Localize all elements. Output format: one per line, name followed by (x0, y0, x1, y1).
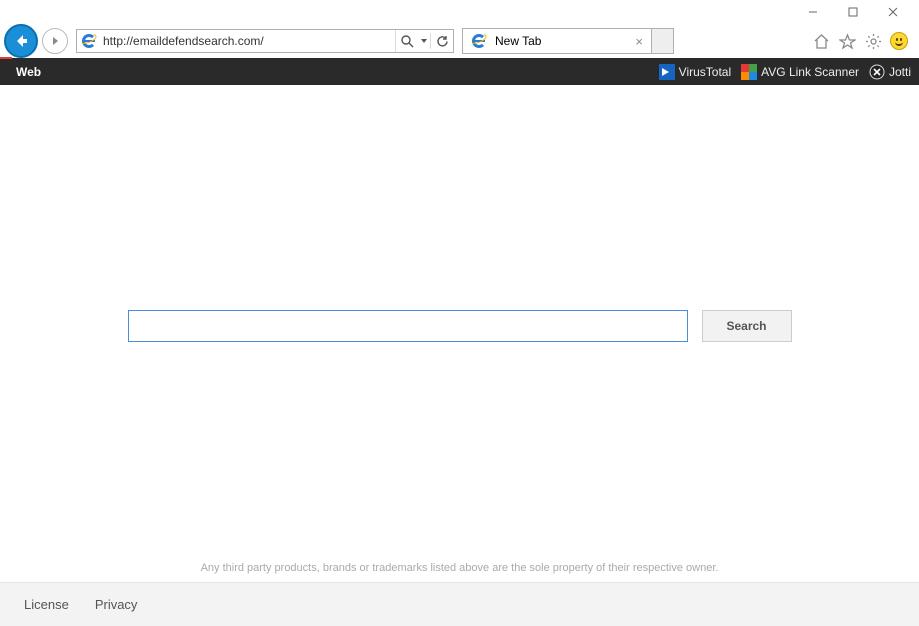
tab-bar: New Tab × (462, 28, 674, 54)
forward-button[interactable] (42, 28, 68, 54)
url-input[interactable] (101, 31, 395, 51)
settings-gear-icon[interactable] (863, 31, 883, 51)
new-tab-button[interactable] (652, 28, 674, 54)
ie-logo-icon (469, 31, 489, 51)
refresh-icon[interactable] (431, 30, 453, 52)
search-input[interactable] (128, 310, 688, 342)
browser-navbar: New Tab × (0, 24, 919, 58)
window-titlebar (0, 0, 919, 24)
toolbar-item-label: AVG Link Scanner (761, 65, 859, 79)
tab-title: New Tab (495, 34, 541, 48)
toolbar-item-label: VirusTotal (679, 65, 731, 79)
toolbar-item-jotti[interactable]: Jotti (869, 64, 911, 80)
disclaimer-text: Any third party products, brands or trad… (0, 562, 919, 574)
toolbar-item-avg[interactable]: AVG Link Scanner (741, 64, 859, 80)
toolbar-accent (0, 57, 12, 59)
extension-toolbar: Web VirusTotal AVG Link Scanner Jotti (0, 58, 919, 85)
window-minimize-button[interactable] (793, 0, 833, 24)
smiley-icon[interactable] (889, 31, 909, 51)
virustotal-icon (659, 64, 675, 80)
footer-license-link[interactable]: License (24, 597, 69, 612)
address-bar[interactable] (76, 29, 454, 53)
search-dropdown-icon[interactable] (418, 30, 430, 52)
navbar-right-icons (811, 31, 915, 51)
search-row: Search (0, 310, 919, 342)
home-icon[interactable] (811, 31, 831, 51)
favorites-icon[interactable] (837, 31, 857, 51)
avg-icon (741, 64, 757, 80)
ie-logo-icon (79, 31, 99, 51)
footer-privacy-link[interactable]: Privacy (95, 597, 138, 612)
page-content: Search Any third party products, brands … (0, 85, 919, 626)
search-button[interactable]: Search (702, 310, 792, 342)
tab-close-icon[interactable]: × (631, 34, 647, 49)
toolbar-web-label[interactable]: Web (16, 65, 41, 79)
window-maximize-button[interactable] (833, 0, 873, 24)
page-footer: License Privacy (0, 582, 919, 626)
browser-tab[interactable]: New Tab × (462, 28, 652, 54)
jotti-icon (869, 64, 885, 80)
window-close-button[interactable] (873, 0, 913, 24)
back-button[interactable] (4, 24, 38, 58)
search-icon[interactable] (396, 30, 418, 52)
toolbar-item-label: Jotti (889, 65, 911, 79)
toolbar-item-virustotal[interactable]: VirusTotal (659, 64, 731, 80)
